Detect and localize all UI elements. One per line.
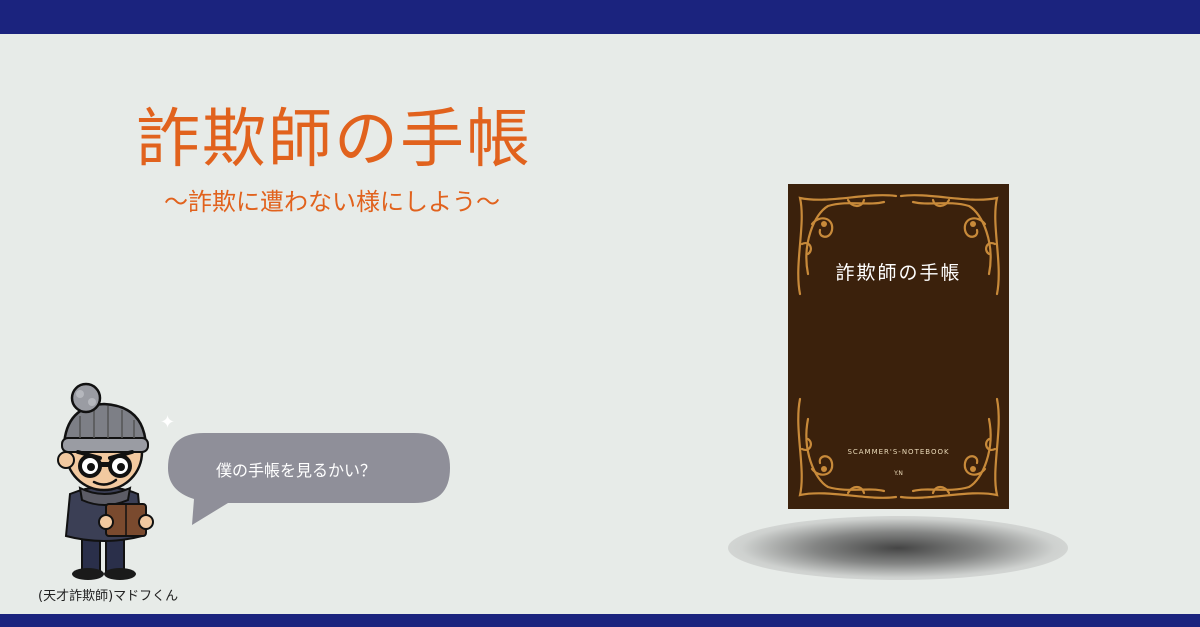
book-shadow xyxy=(728,516,1068,580)
speech-bubble-text: 僕の手帳を見るかい？ xyxy=(216,461,377,480)
page-title: 詐欺師の手帳 xyxy=(136,103,532,177)
bottom-bar xyxy=(0,614,1200,627)
book-subtitle: SCAMMER'S-NOTEBOOK xyxy=(847,448,950,456)
top-bar xyxy=(0,0,1200,34)
book-title: 詐欺師の手帳 xyxy=(835,262,962,284)
ornamental-frame-icon xyxy=(797,194,1000,499)
character-caption: (天才詐欺師)マドフくん xyxy=(38,589,179,604)
book-author: Y.N xyxy=(894,470,903,477)
page-subtitle: 〜詐欺に遭わない様にしよう〜 xyxy=(164,188,500,216)
character-madoff-icon xyxy=(57,382,154,580)
book-cover: 詐欺師の手帳 SCAMMER'S-NOTEBOOK Y.N xyxy=(788,184,1009,509)
